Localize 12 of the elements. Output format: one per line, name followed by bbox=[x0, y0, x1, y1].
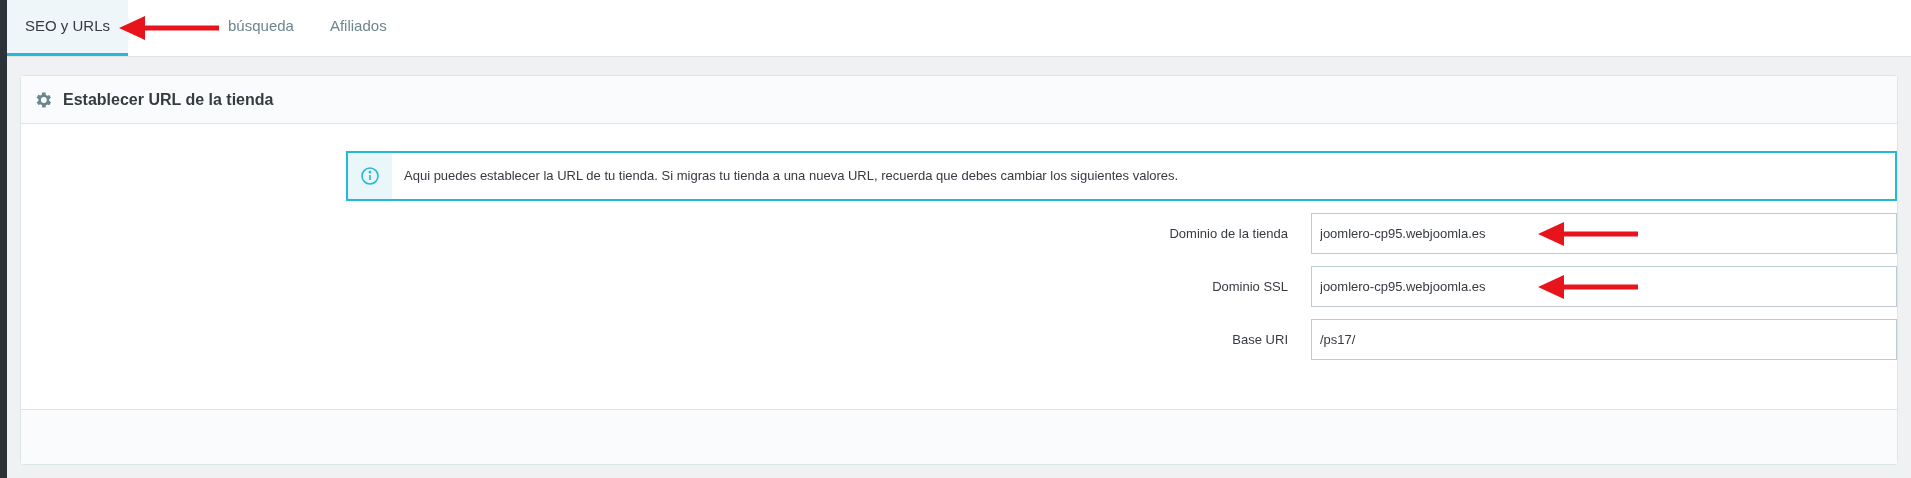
panel-title: Establecer URL de la tienda bbox=[63, 89, 274, 110]
field-label: Base URI bbox=[1231, 330, 1289, 349]
input-field[interactable]: /ps17/ bbox=[1311, 319, 1897, 360]
field-label: Dominio SSL bbox=[1211, 277, 1289, 296]
input-field[interactable]: joomlero-cp95.webjoomla.es bbox=[1311, 266, 1897, 307]
tab[interactable]: SEO y URLs bbox=[7, 0, 129, 56]
field-label: Dominio de la tienda bbox=[1168, 224, 1289, 243]
input-field[interactable]: joomlero-cp95.webjoomla.es bbox=[1311, 213, 1897, 254]
info-text: Aqui puedes establecer la URL de tu tienda. Si migras tu tienda a una nueva URL, recuerda que debes cambiar los siguientes valores. bbox=[404, 167, 1179, 186]
tab[interactable]: Afiliados bbox=[311, 0, 405, 56]
info-icon bbox=[360, 166, 380, 186]
tab[interactable]: búsqueda bbox=[128, 0, 312, 56]
